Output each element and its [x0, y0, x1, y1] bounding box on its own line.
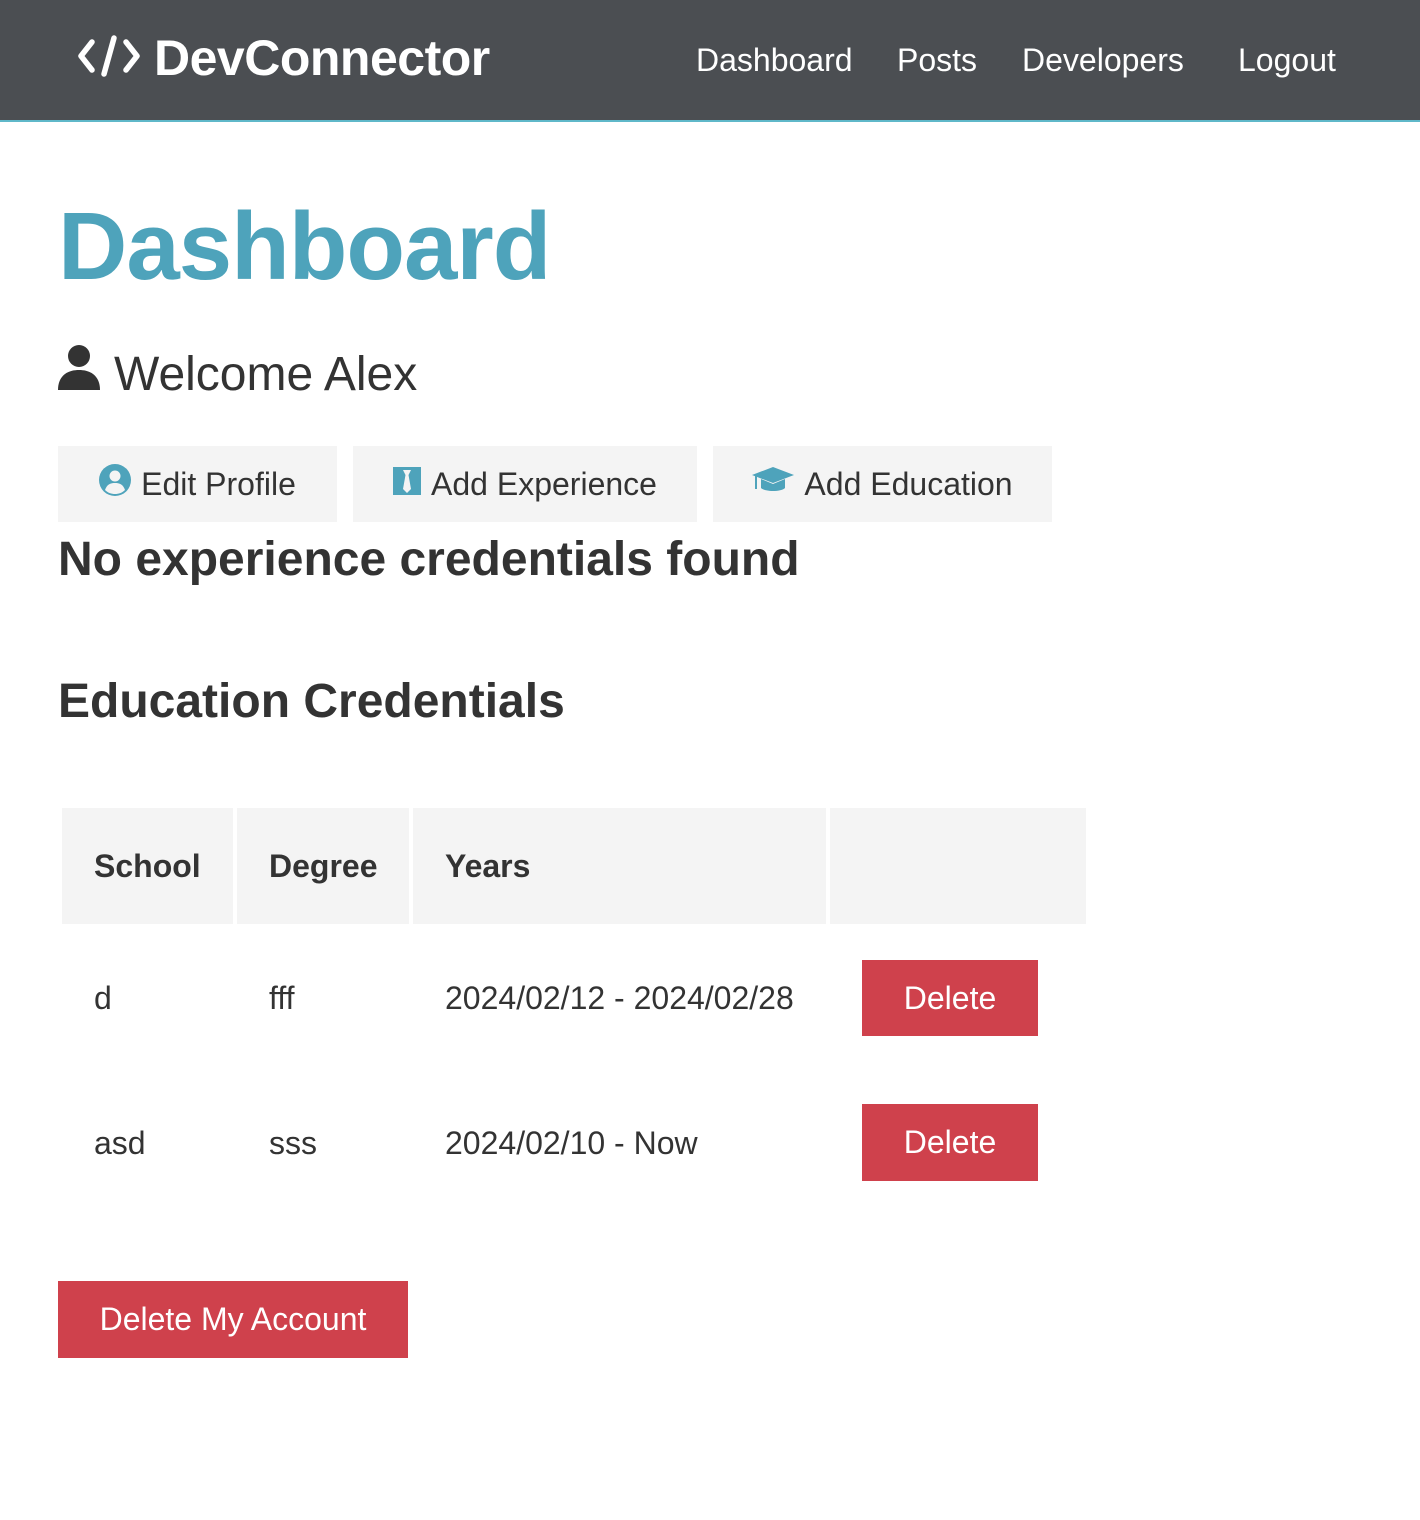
- welcome-text: Welcome Alex: [114, 347, 418, 401]
- header-actions: [830, 808, 1086, 924]
- nav-logout-link[interactable]: Logout: [1238, 38, 1336, 82]
- navbar: DevConnector Dashboard Posts Developers …: [0, 0, 1420, 122]
- nav-links: Dashboard Posts Developers Logout: [0, 38, 1420, 82]
- delete-education-button[interactable]: Delete: [862, 1104, 1038, 1181]
- education-title: Education Credentials: [58, 675, 565, 728]
- row-years: 2024/02/12 - 2024/02/28: [445, 980, 794, 1016]
- welcome-message: Welcome Alex: [58, 344, 418, 404]
- black-tie-icon: [393, 466, 422, 503]
- user-icon: [58, 344, 100, 404]
- delete-account-button[interactable]: Delete My Account: [58, 1281, 408, 1358]
- row-degree: sss: [269, 1125, 317, 1161]
- header-degree: Degree: [237, 808, 409, 924]
- header-school: School: [62, 808, 233, 924]
- page-title: Dashboard: [58, 193, 551, 300]
- add-education-label: Add Education: [804, 465, 1013, 502]
- nav-developers-link[interactable]: Developers: [1022, 38, 1184, 82]
- graduation-cap-icon: [752, 465, 795, 503]
- row-school: d: [94, 980, 112, 1016]
- row-years: 2024/02/10 - Now: [445, 1125, 698, 1161]
- header-years: Years: [413, 808, 826, 924]
- user-circle-icon: [99, 464, 132, 504]
- nav-posts-link[interactable]: Posts: [897, 38, 977, 82]
- row-degree: fff: [269, 980, 295, 1016]
- row-school: asd: [94, 1125, 146, 1161]
- add-experience-button[interactable]: Add Experience: [353, 446, 697, 522]
- add-education-button[interactable]: Add Education: [713, 446, 1052, 522]
- nav-dashboard-link[interactable]: Dashboard: [696, 38, 853, 82]
- add-experience-label: Add Experience: [431, 465, 657, 502]
- edit-profile-label: Edit Profile: [141, 465, 296, 502]
- edit-profile-button[interactable]: Edit Profile: [58, 446, 337, 522]
- delete-education-button[interactable]: Delete: [862, 960, 1038, 1036]
- no-experience-message: No experience credentials found: [58, 533, 800, 586]
